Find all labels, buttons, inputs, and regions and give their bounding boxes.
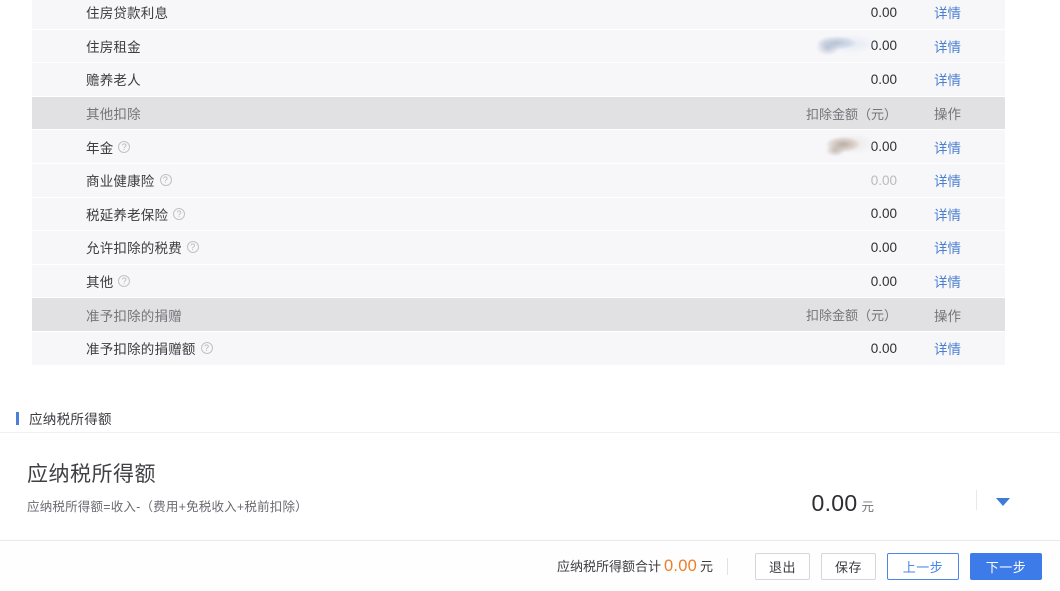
table-group-row: 其他扣除 扣除金额（元） 操作 [32, 96, 1005, 131]
row-label: 赡养老人 [32, 69, 141, 89]
table-row: 住房租金 0.00 详情 [32, 29, 1005, 64]
row-detail-link[interactable]: 详情 [913, 338, 1005, 358]
table-row: 赡养老人 0.00 详情 [32, 63, 1005, 97]
table-row: 其他? 0.00 详情 [32, 264, 1005, 299]
section-header-taxable-income: 应纳税所得额 [0, 404, 1060, 432]
row-amount: 0.00 [870, 340, 897, 356]
row-detail-link[interactable]: 详情 [913, 36, 1005, 56]
footer-total-label: 应纳税所得额合计 [557, 559, 662, 574]
row-label-text: 商业健康险 [86, 174, 155, 190]
row-label-text: 住房租金 [86, 39, 141, 55]
help-question-icon[interactable]: ? [200, 342, 213, 355]
row-amount: 0.00 [870, 4, 897, 20]
table-row: 允许扣除的税费? 0.00 详情 [32, 231, 1005, 265]
row-detail-link[interactable]: 详情 [913, 204, 1005, 224]
taxable-income-formula: 应纳税所得额=收入-（费用+免税收入+税前扣除） [27, 500, 308, 514]
save-button[interactable]: 保存 [820, 552, 876, 580]
next-step-button[interactable]: 下一步 [970, 552, 1042, 580]
row-detail-link[interactable]: 详情 [913, 237, 1005, 257]
row-amount: 0.00 [870, 206, 897, 222]
column-header-amount: 扣除金额（元） [805, 308, 897, 324]
footer-action-bar: 应纳税所得额合计 0.00 元 退出 保存 上一步 下一步 [0, 540, 1060, 591]
row-label: 其他扣除 [32, 103, 141, 123]
row-amount: 0.00 [870, 38, 897, 54]
exit-button[interactable]: 退出 [754, 552, 810, 580]
row-label: 住房贷款利息 [32, 2, 168, 22]
row-amount: 0.00 [870, 139, 897, 155]
row-detail-link[interactable]: 详情 [913, 2, 1005, 22]
column-header-action: 操作 [934, 308, 961, 324]
row-label-text: 准予扣除的捐赠 [86, 308, 182, 324]
table-row: 税延养老保险? 0.00 详情 [32, 197, 1005, 232]
row-detail-link[interactable]: 详情 [913, 137, 1005, 157]
row-amount: 0.00 [870, 239, 897, 255]
row-label-text: 赡养老人 [86, 73, 141, 89]
row-label: 允许扣除的税费? [32, 237, 199, 257]
caret-down-icon[interactable] [996, 498, 1010, 506]
footer-total: 应纳税所得额合计 0.00 元 [557, 556, 713, 576]
income-card-divider [976, 490, 977, 510]
help-question-icon[interactable]: ? [118, 275, 131, 288]
footer-total-unit: 元 [699, 559, 713, 574]
row-label-text: 准予扣除的捐赠额 [86, 342, 196, 358]
row-detail-link[interactable]: 详情 [913, 271, 1005, 291]
row-detail-link[interactable]: 详情 [913, 69, 1005, 89]
row-label-text: 其他扣除 [86, 107, 141, 123]
column-header-action: 操作 [934, 107, 961, 123]
table-row: 准予扣除的捐赠额? 0.00 详情 [32, 331, 1005, 366]
tax-declaration-page: 住房贷款利息 0.00 详情 住房租金 0.00 详情 赡养老人 0.00 详情 其他扣除 扣除金额… [0, 0, 1060, 591]
row-label: 准予扣除的捐赠 [32, 305, 182, 325]
help-question-icon[interactable]: ? [186, 241, 199, 254]
table-row: 住房贷款利息 0.00 详情 [32, 0, 1005, 30]
taxable-income-unit: 元 [861, 500, 874, 514]
deduction-table: 住房贷款利息 0.00 详情 住房租金 0.00 详情 赡养老人 0.00 详情 其他扣除 扣除金额… [32, 0, 1005, 366]
row-label: 商业健康险? [32, 170, 172, 190]
row-label: 其他? [32, 271, 131, 291]
table-row: 年金? 0.00 详情 [32, 130, 1005, 164]
taxable-income-value: 0.00 元 [812, 490, 874, 517]
row-label-text: 允许扣除的税费 [86, 241, 182, 257]
row-amount: 0.00 [870, 71, 897, 87]
table-row: 商业健康险? 0.00 详情 [32, 163, 1005, 198]
row-amount: 0.00 [870, 172, 897, 188]
row-amount: 0.00 [870, 273, 897, 289]
section-title: 应纳税所得额 [29, 412, 112, 427]
footer-total-value: 0.00 [664, 557, 697, 575]
section-accent-bar [16, 411, 19, 425]
row-label: 住房租金 [32, 36, 141, 56]
row-label-text: 年金 [86, 140, 114, 156]
footer-divider [726, 557, 728, 575]
row-detail-link[interactable]: 详情 [913, 170, 1005, 190]
row-label-text: 其他 [86, 275, 114, 291]
row-label: 年金? [32, 137, 131, 157]
row-label-text: 税延养老保险 [86, 207, 169, 223]
previous-step-button[interactable]: 上一步 [887, 552, 959, 580]
help-question-icon[interactable]: ? [173, 207, 186, 220]
row-label: 准予扣除的捐赠额? [32, 338, 213, 358]
table-group-row: 准予扣除的捐赠 扣除金额（元） 操作 [32, 298, 1005, 332]
taxable-income-amount: 0.00 [811, 490, 858, 516]
column-header-amount: 扣除金额（元） [805, 106, 897, 122]
help-question-icon[interactable]: ? [159, 174, 172, 187]
row-label-text: 住房贷款利息 [86, 6, 169, 22]
taxable-income-title: 应纳税所得额 [27, 463, 156, 486]
help-question-icon[interactable]: ? [118, 140, 131, 153]
taxable-income-card[interactable]: 应纳税所得额 应纳税所得额=收入-（费用+免税收入+税前扣除） 0.00 元 [0, 433, 1060, 540]
row-label: 税延养老保险? [32, 204, 186, 224]
